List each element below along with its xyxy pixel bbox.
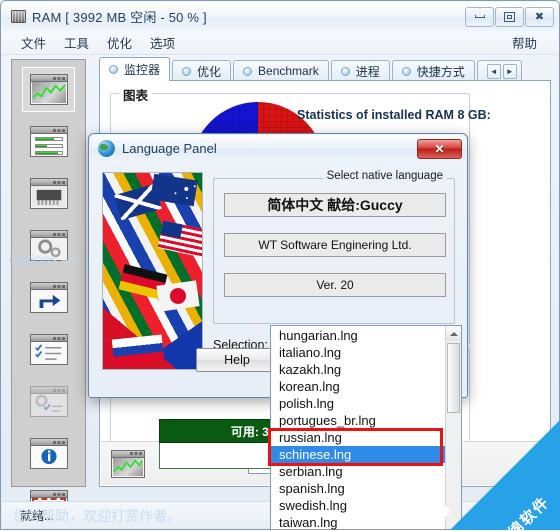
scrollbar-thumb[interactable] xyxy=(447,343,460,413)
tab-scroll-prev-button[interactable]: ◄ xyxy=(486,63,501,79)
checklist-icon xyxy=(29,334,68,365)
resize-grip[interactable] xyxy=(542,509,554,521)
help-button[interactable]: Help xyxy=(196,348,278,372)
tab-monitor[interactable]: 监控器 xyxy=(99,57,171,81)
gears-settings-icon xyxy=(29,230,68,261)
arrow-glyph-icon xyxy=(39,294,60,309)
sidebar-item-bars[interactable] xyxy=(22,119,75,164)
gear-checklist-glyph-icon xyxy=(34,394,62,412)
tab-scroll-next-button[interactable]: ► xyxy=(502,63,517,79)
minimize-icon xyxy=(474,15,485,18)
tab-dot-icon xyxy=(109,65,118,74)
info-icon xyxy=(29,438,68,469)
list-item[interactable]: hungarian.lng xyxy=(271,327,445,344)
list-item[interactable]: swedish.lng xyxy=(271,497,445,514)
sidebar-item-checklist[interactable] xyxy=(22,327,75,372)
sidebar-item-advanced-disabled[interactable] xyxy=(22,379,75,424)
dialog-title: Language Panel xyxy=(122,141,217,156)
usa-flag-icon xyxy=(157,220,202,258)
sidebar-item-info[interactable] xyxy=(22,431,75,476)
maximize-icon xyxy=(504,11,515,22)
tab-processes-label: 进程 xyxy=(355,64,380,79)
memory-chip-icon xyxy=(29,178,68,209)
tab-dot-icon xyxy=(401,66,411,76)
company-field: WT Software Enginering Ltd. xyxy=(224,233,446,257)
list-item[interactable]: kazakh.lng xyxy=(271,361,445,378)
status-text: 就绪... xyxy=(20,508,55,523)
group-label: Select native language xyxy=(322,170,447,182)
sidebar-item-shortcut[interactable] xyxy=(22,275,75,320)
checklist-glyph-icon xyxy=(34,344,61,360)
title-bar: RAM [ 3992 MB 空闲 - 50 % ] ✖ xyxy=(2,2,558,31)
close-button[interactable]: ✖ xyxy=(525,6,554,27)
dropdown-scrollbar[interactable] xyxy=(445,326,461,529)
minimize-button[interactable] xyxy=(465,6,494,27)
tab-optimize-label: 优化 xyxy=(197,64,222,79)
list-item[interactable]: polish.lng xyxy=(271,395,445,412)
gear-checklist-disabled-icon xyxy=(29,386,68,417)
tab-benchmark[interactable]: Benchmark xyxy=(233,60,329,81)
tab-dot-icon xyxy=(243,66,253,76)
dialog-close-button[interactable]: ✕ xyxy=(417,138,462,159)
world-flags-image xyxy=(102,172,203,370)
window-title: RAM [ 3992 MB 空闲 - 50 % ] xyxy=(32,10,207,25)
list-item[interactable]: korean.lng xyxy=(271,378,445,395)
window-controls: ✖ xyxy=(464,6,554,27)
tab-scroll-controls: ◄ ► xyxy=(476,60,522,81)
progress-bars-icon xyxy=(29,126,68,157)
shortcut-arrow-icon xyxy=(29,282,68,313)
menu-item-tools[interactable]: 工具 xyxy=(55,31,98,54)
menu-item-help[interactable]: 帮助 xyxy=(503,31,546,54)
tab-monitor-label: 监控器 xyxy=(124,63,161,77)
info-glyph-icon xyxy=(40,448,57,465)
tab-shortcuts-label: 快捷方式 xyxy=(416,64,465,79)
sidebar-item-memory[interactable] xyxy=(22,171,75,216)
tab-strip: 监控器 优化 Benchmark 进程 快捷方式 ◄ ► xyxy=(99,57,551,81)
graph-line-icon xyxy=(31,84,66,99)
chart-monitor-small-icon[interactable] xyxy=(111,449,145,478)
list-item[interactable]: taiwan.lng xyxy=(271,514,445,531)
language-name-field: 简体中文 献给:Guccy xyxy=(224,193,446,217)
version-field: Ver. 20 xyxy=(224,273,446,297)
menu-item-file[interactable]: 文件 xyxy=(12,31,55,54)
tab-shortcuts[interactable]: 快捷方式 xyxy=(391,60,475,81)
close-icon: ✖ xyxy=(534,11,545,23)
list-item[interactable]: portugues_br.lng xyxy=(271,412,445,429)
sidebar xyxy=(11,59,86,521)
menu-item-optimize[interactable]: 优化 xyxy=(98,31,141,54)
app-icon xyxy=(11,10,26,23)
tab-benchmark-label: Benchmark xyxy=(258,64,319,78)
stats-title: Statistics of installed RAM 8 GB: xyxy=(297,108,491,122)
sidebar-item-settings[interactable] xyxy=(22,223,75,268)
dialog-title-bar: Language Panel ✕ xyxy=(90,135,466,162)
tab-dot-icon xyxy=(340,66,350,76)
japan-flag-icon xyxy=(156,280,200,312)
menu-bar: 文件 工具 优化 选项 帮助 xyxy=(2,31,558,55)
menu-item-options[interactable]: 选项 xyxy=(141,31,184,54)
scroll-up-arrow-icon[interactable] xyxy=(446,326,461,341)
chart-group-label: 图表 xyxy=(119,85,153,104)
tab-optimize[interactable]: 优化 xyxy=(172,60,232,81)
select-native-language-group: Select native language 简体中文 献给:Guccy WT … xyxy=(213,170,455,324)
tab-dot-icon xyxy=(182,66,192,76)
chip-glyph-icon xyxy=(36,189,61,205)
globe-icon xyxy=(98,140,115,157)
russia-flag-icon xyxy=(111,334,165,366)
gear-glyph-icon xyxy=(37,239,61,258)
sidebar-item-monitor[interactable] xyxy=(22,67,75,112)
tab-processes[interactable]: 进程 xyxy=(330,60,390,81)
maximize-button[interactable] xyxy=(495,6,524,27)
chart-monitor-icon xyxy=(29,74,68,105)
list-item[interactable]: spanish.lng xyxy=(271,480,445,497)
annotation-rectangle xyxy=(268,428,443,466)
list-item[interactable]: italiano.lng xyxy=(271,344,445,361)
